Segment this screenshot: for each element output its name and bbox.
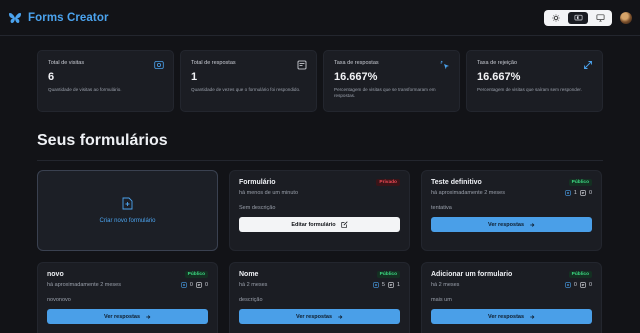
file-plus-icon — [122, 197, 133, 210]
brand[interactable]: Forms Creator — [8, 12, 109, 24]
eye-icon — [154, 61, 164, 69]
visits-count: 5 — [381, 282, 385, 288]
form-card: novo Público há aproximadamente 2 meses … — [37, 262, 218, 333]
stat-card-responses: Total de respostas 1 Quantidade de vezes… — [180, 50, 317, 112]
stat-title: Taxa de respostas — [334, 60, 379, 66]
theme-dark-button[interactable] — [590, 12, 610, 24]
responses-count: 0 — [588, 282, 592, 288]
theme-system-button[interactable] — [568, 11, 588, 24]
edit-form-button[interactable]: Editar formulário — [239, 217, 400, 232]
form-title: Adicionar um formulario — [431, 271, 513, 278]
arrow-right-icon — [530, 222, 535, 227]
form-card: Formulário Privado há menos de um minuto… — [229, 170, 410, 251]
form-card: Nome Público há 2 meses 5 1 descrição Ve… — [229, 262, 410, 333]
user-avatar[interactable] — [620, 11, 632, 24]
visits-icon — [565, 190, 571, 196]
theme-toggle — [544, 9, 612, 26]
responses-icon — [388, 282, 394, 288]
responses-icon — [580, 190, 586, 196]
view-responses-button[interactable]: Ver respostas — [47, 309, 208, 324]
stat-value: 6 — [48, 71, 55, 83]
responses-count: 0 — [204, 282, 208, 288]
form-date: há 2 meses — [239, 282, 268, 288]
view-responses-label: Ver respostas — [295, 313, 333, 320]
form-title: Teste definitivo — [431, 179, 482, 186]
form-title: Nome — [239, 271, 259, 278]
form-date: há aproximadamente 2 meses — [431, 190, 505, 196]
butterfly-logo-icon — [9, 12, 21, 23]
status-badge: Público — [376, 271, 400, 278]
status-badge: Público — [568, 179, 592, 186]
edit-icon — [341, 221, 348, 228]
top-bar: Forms Creator — [0, 0, 640, 36]
form-description: mais um — [431, 297, 452, 303]
status-badge: Privado — [376, 179, 400, 186]
stat-help: Percentagem de visitas que saíram sem re… — [477, 87, 582, 92]
stat-title: Total de visitas — [48, 60, 85, 66]
visits-count: 0 — [189, 282, 193, 288]
form-description: descrição — [239, 297, 263, 303]
view-responses-button[interactable]: Ver respostas — [431, 309, 592, 324]
section-title: Seus formulários — [37, 132, 168, 149]
form-date: há 2 meses — [431, 282, 460, 288]
form-card: Adicionar um formulario Público há 2 mes… — [421, 262, 602, 333]
responses-icon — [196, 282, 202, 288]
stat-value: 16.667% — [334, 71, 378, 83]
responses-icon — [580, 282, 586, 288]
sun-icon — [552, 13, 560, 22]
stat-card-bounce-rate: Taxa de rejeição 16.667% Percentagem de … — [466, 50, 603, 112]
stat-help: Quantidade de visitas ao formulário. — [48, 87, 122, 92]
stat-title: Taxa de rejeição — [477, 60, 518, 66]
half-moon-icon — [574, 14, 582, 20]
form-icon — [297, 60, 307, 70]
form-title: novo — [47, 271, 64, 278]
visits-count: 1 — [573, 190, 577, 196]
form-date: há aproximadamente 2 meses — [47, 282, 121, 288]
stat-card-response-rate: Taxa de respostas 16.667% Percentagem de… — [323, 50, 460, 112]
form-title: Formulário — [239, 179, 276, 186]
view-responses-label: Ver respostas — [103, 313, 141, 320]
cursor-click-icon — [440, 60, 449, 70]
form-date: há menos de um minuto — [239, 190, 299, 196]
status-badge: Público — [184, 271, 208, 278]
theme-light-button[interactable] — [546, 12, 566, 24]
stat-value: 1 — [191, 71, 198, 83]
arrow-right-icon — [530, 314, 535, 319]
edit-form-label: Editar formulário — [291, 221, 336, 228]
arrow-right-icon — [338, 314, 343, 319]
form-description: tentativa — [431, 205, 452, 211]
arrows-out-icon — [584, 61, 592, 69]
visits-count: 0 — [573, 282, 577, 288]
responses-count: 1 — [396, 282, 400, 288]
stat-card-visits: Total de visitas 6 Quantidade de visitas… — [37, 50, 174, 112]
brand-name: Forms Creator — [28, 11, 109, 24]
visits-icon — [181, 282, 187, 288]
view-responses-button[interactable]: Ver respostas — [431, 217, 592, 232]
stats-row: Total de visitas 6 Quantidade de visitas… — [37, 50, 603, 112]
monitor-icon — [596, 13, 604, 22]
form-card: Teste definitivo Público há aproximadame… — [421, 170, 602, 251]
arrow-right-icon — [146, 314, 151, 319]
stat-help: Percentagem de visitas que se transforma… — [334, 87, 436, 98]
view-responses-button[interactable]: Ver respostas — [239, 309, 400, 324]
stat-help: Quantidade de vezes que o formulário foi… — [191, 87, 301, 92]
visits-icon — [565, 282, 571, 288]
stat-title: Total de respostas — [191, 60, 236, 66]
form-description: Sem descrição — [239, 205, 276, 211]
divider — [37, 160, 603, 161]
visits-icon — [373, 282, 379, 288]
status-badge: Público — [568, 271, 592, 278]
view-responses-label: Ver respostas — [487, 313, 525, 320]
form-description: novonovo — [47, 297, 71, 303]
create-form-card[interactable]: Criar novo formulário — [37, 170, 218, 251]
stat-value: 16.667% — [477, 71, 521, 83]
responses-count: 0 — [588, 190, 592, 196]
view-responses-label: Ver respostas — [487, 221, 525, 228]
create-form-label: Criar novo formulário — [99, 218, 156, 224]
